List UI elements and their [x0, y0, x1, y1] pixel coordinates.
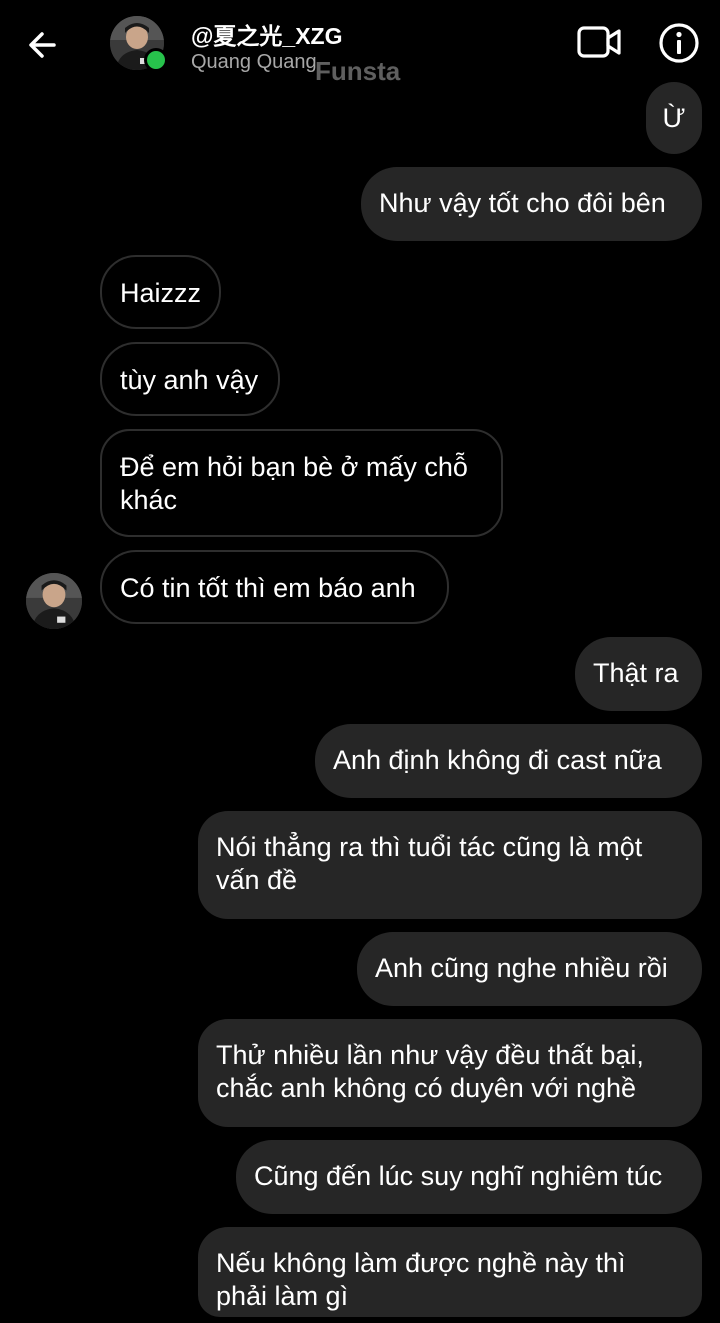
message-bubble-outgoing[interactable]: Nếu không làm được nghề này thì phải làm…: [198, 1227, 702, 1317]
message-bubble-incoming[interactable]: Để em hỏi bạn bè ở mấy chỗ khác: [100, 429, 503, 537]
message-bubble-incoming[interactable]: Có tin tốt thì em báo anh: [100, 550, 449, 624]
message-bubble-incoming[interactable]: Haizzz: [100, 255, 221, 329]
message-bubble-outgoing[interactable]: Ừ: [646, 82, 702, 154]
back-button[interactable]: [22, 24, 64, 66]
message-bubble-outgoing[interactable]: Nói thẳng ra thì tuổi tác cũng là một vấ…: [198, 811, 702, 919]
message-bubble-outgoing[interactable]: Thử nhiều lần như vậy đều thất bại, chắc…: [198, 1019, 702, 1127]
sender-avatar[interactable]: [26, 573, 82, 629]
message-bubble-outgoing[interactable]: Như vậy tốt cho đôi bên: [361, 167, 702, 241]
watermark: Funsta: [315, 56, 401, 86]
video-call-button[interactable]: [576, 22, 622, 62]
contact-display-name: Quang Quang: [191, 51, 317, 73]
video-camera-icon: [577, 26, 621, 58]
chat-header: @夏之光_XZG Quang Quang Funsta: [0, 0, 720, 90]
contact-username[interactable]: @夏之光_XZG: [191, 17, 343, 51]
info-button[interactable]: [658, 22, 700, 64]
info-icon: [659, 23, 699, 63]
arrow-left-icon: [29, 32, 56, 58]
message-bubble-outgoing[interactable]: Thật ra: [575, 637, 702, 711]
message-bubble-outgoing[interactable]: Anh cũng nghe nhiều rồi: [357, 932, 702, 1006]
message-bubble-incoming[interactable]: tùy anh vậy: [100, 342, 280, 416]
message-bubble-outgoing[interactable]: Anh định không đi cast nữa: [315, 724, 702, 798]
message-bubble-outgoing[interactable]: Cũng đến lúc suy nghĩ nghiêm túc: [236, 1140, 702, 1214]
contact-avatar[interactable]: [110, 16, 168, 72]
online-status-dot: [144, 48, 168, 72]
